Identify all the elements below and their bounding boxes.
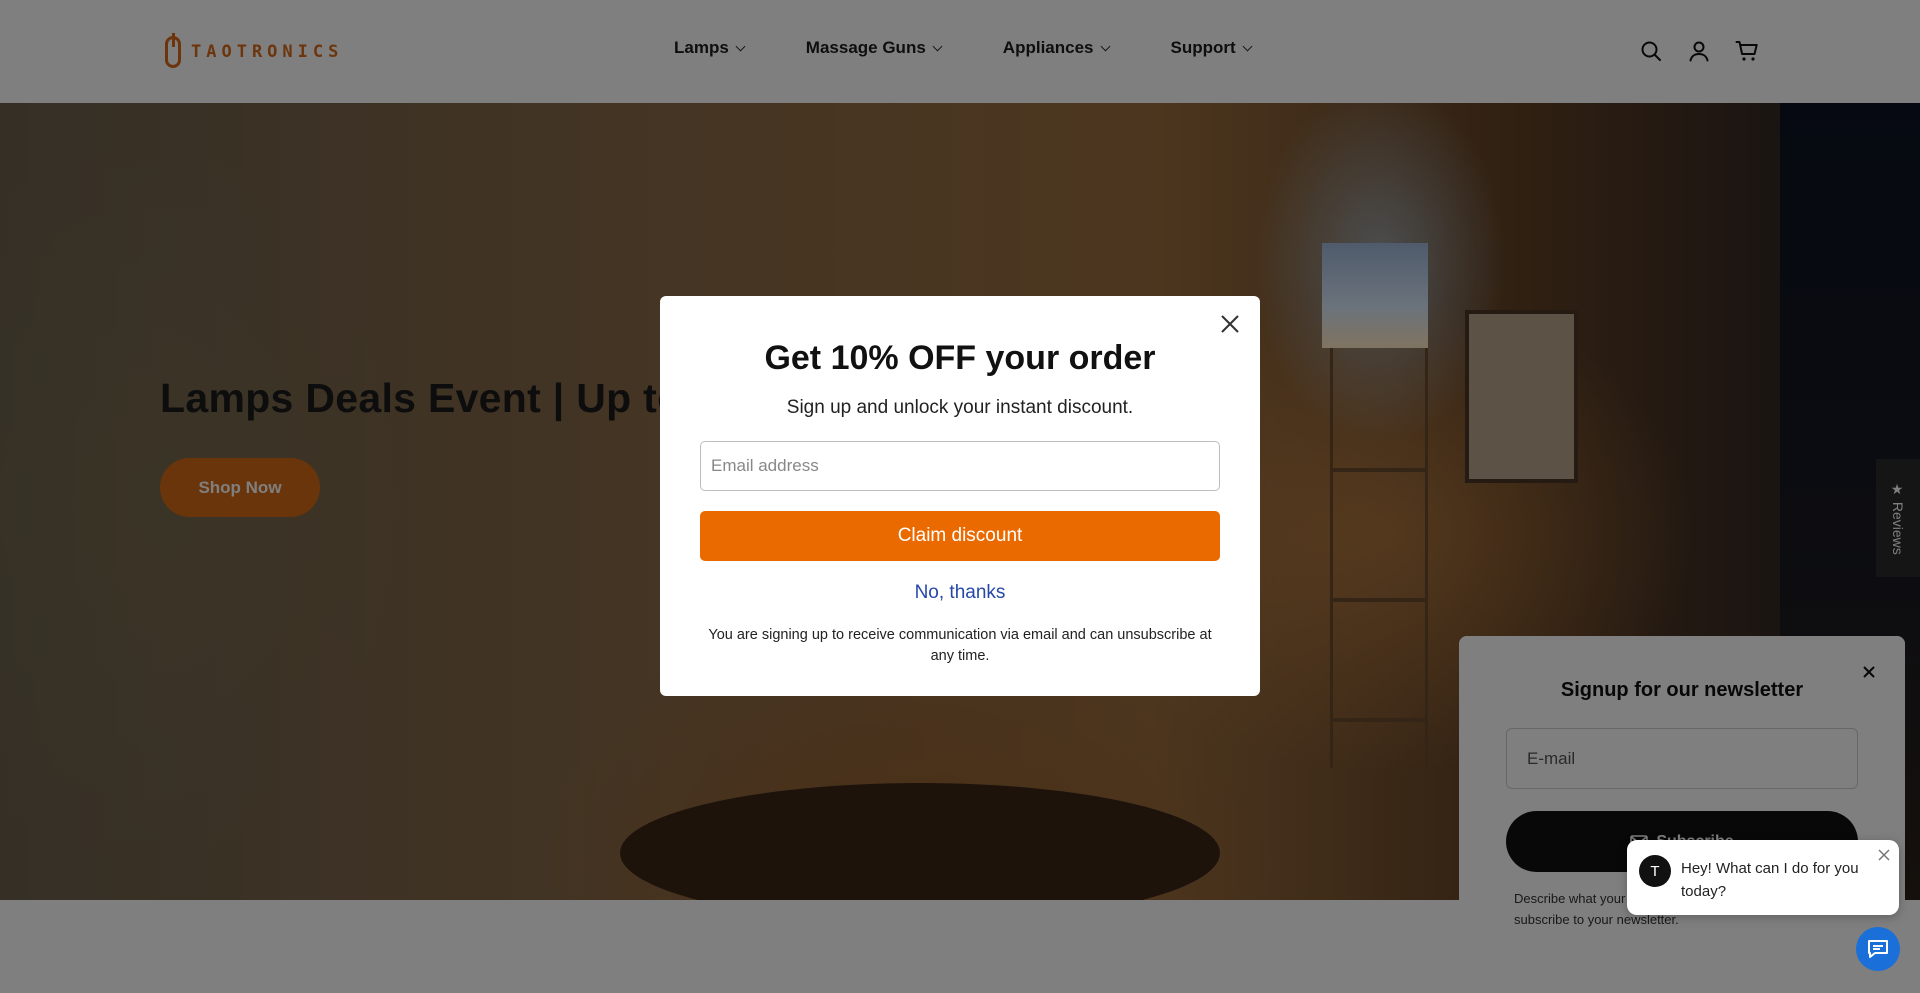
chat-greeting[interactable]: T Hey! What can I do for you today? [1627,840,1899,915]
newsletter-panel: Signup for our newsletter Subscribe Desc… [1459,636,1905,978]
chat-icon [1868,940,1888,958]
no-thanks-link[interactable]: No, thanks [660,582,1260,604]
discount-modal: Get 10% OFF your order Sign up and unloc… [660,296,1260,696]
email-field[interactable] [700,441,1220,491]
close-icon[interactable] [1216,310,1244,338]
modal-legal-text: You are signing up to receive communicat… [708,627,1212,664]
chat-message: Hey! What can I do for you today? [1681,860,1859,900]
close-icon[interactable] [1877,848,1891,862]
modal-subtitle: Sign up and unlock your instant discount… [786,397,1134,418]
newsletter-shade [1459,636,1905,978]
modal-title: Get 10% OFF your order [764,339,1156,377]
claim-discount-button[interactable]: Claim discount [700,511,1220,561]
chat-avatar: T [1639,855,1671,887]
chat-launcher-button[interactable] [1856,927,1900,971]
